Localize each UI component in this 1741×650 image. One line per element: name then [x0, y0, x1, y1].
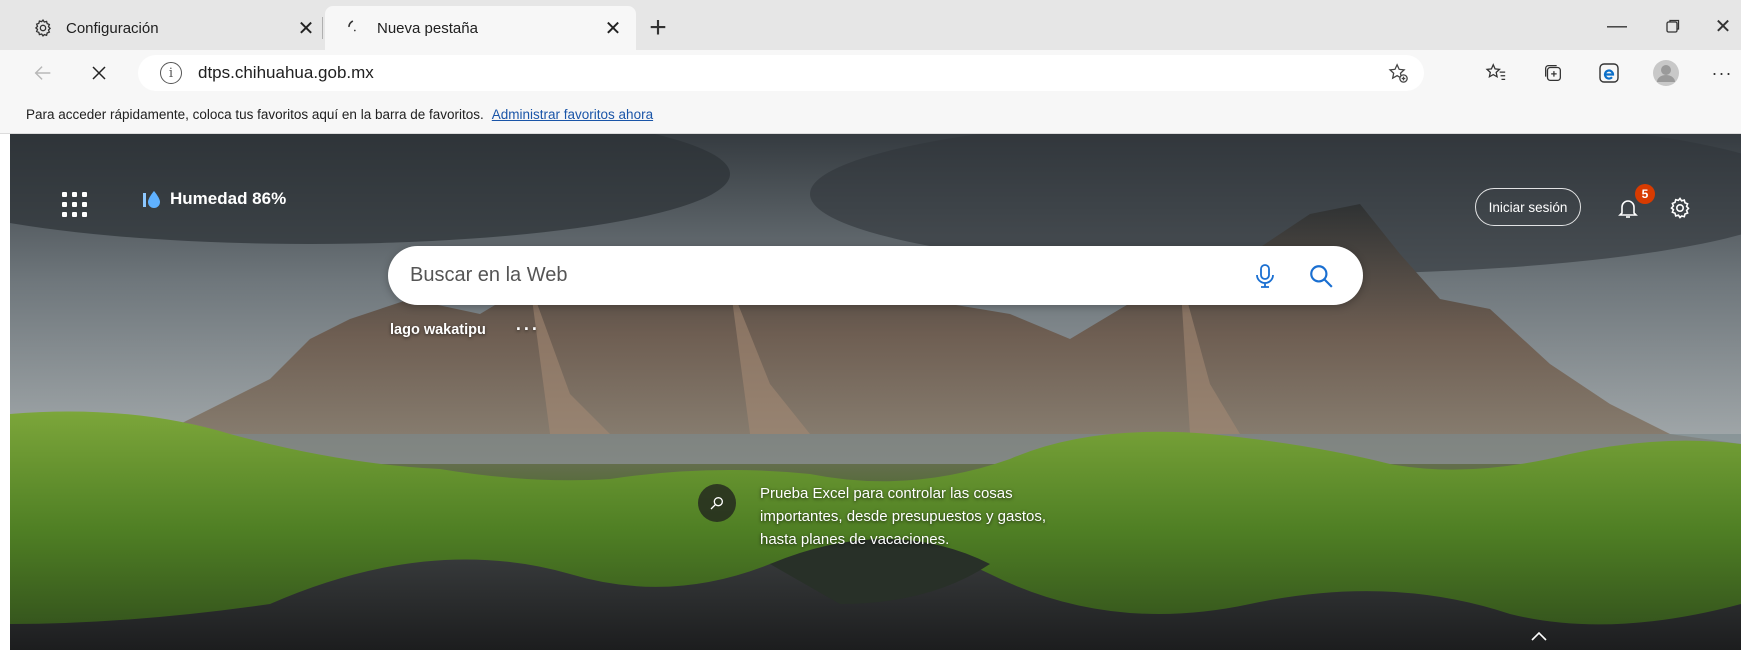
apps-launcher-icon[interactable] — [62, 192, 88, 218]
internet-explorer-mode-icon[interactable] — [1590, 54, 1628, 92]
image-more-options-icon[interactable]: ··· — [516, 319, 540, 340]
info-icon[interactable]: i — [160, 62, 182, 84]
favorites-bar-message: Para acceder rápidamente, coloca tus fav… — [26, 107, 484, 122]
promo-text: Prueba Excel para controlar las cosas im… — [760, 485, 1046, 548]
humidity-drop-icon — [143, 191, 160, 208]
search-pin-icon[interactable] — [698, 484, 736, 522]
tab-divider — [322, 17, 323, 39]
back-button[interactable] — [24, 54, 62, 92]
manage-favorites-link[interactable]: Administrar favoritos ahora — [492, 107, 653, 122]
microphone-icon[interactable] — [1243, 254, 1287, 298]
close-tab-icon[interactable]: ✕ — [598, 13, 628, 43]
favorites-bar: Para acceder rápidamente, coloca tus fav… — [0, 96, 1741, 134]
add-favorite-icon[interactable] — [1380, 55, 1416, 91]
gear-icon — [30, 15, 56, 41]
tab-strip: Configuración ✕ Nueva pestaña ✕ + — ✕ — [0, 0, 1741, 50]
image-caption-text: lago wakatipu — [390, 321, 486, 338]
minimize-icon[interactable]: — — [1592, 8, 1642, 44]
notifications-badge: 5 — [1635, 184, 1655, 204]
address-bar[interactable]: i dtps.chihuahua.gob.mx — [138, 55, 1424, 91]
collections-icon[interactable] — [1534, 54, 1572, 92]
search-input[interactable] — [410, 264, 1243, 287]
tab-nueva-pestana[interactable]: Nueva pestaña ✕ — [325, 6, 636, 50]
web-search-box — [388, 246, 1363, 305]
weather-widget[interactable]: Humedad 86% — [142, 189, 286, 209]
tab-label: Configuración — [66, 19, 159, 37]
profile-avatar-icon[interactable] — [1647, 54, 1685, 92]
close-tab-icon[interactable]: ✕ — [291, 13, 321, 43]
promo-card[interactable]: Prueba Excel para controlar las cosas im… — [698, 482, 1060, 551]
chevron-up-icon[interactable] — [1524, 626, 1554, 646]
loading-spinner-icon — [341, 15, 367, 41]
signin-button[interactable]: Iniciar sesión — [1475, 188, 1581, 226]
more-options-icon[interactable]: ··· — [1703, 54, 1741, 92]
tab-configuracion[interactable]: Configuración ✕ — [14, 6, 329, 50]
stop-loading-button[interactable] — [80, 54, 118, 92]
favorites-icon[interactable] — [1477, 54, 1515, 92]
new-tab-button[interactable]: + — [640, 10, 676, 46]
restore-icon[interactable] — [1648, 8, 1698, 44]
toolbar: i dtps.chihuahua.gob.mx ··· — [0, 50, 1741, 96]
address-url: dtps.chihuahua.gob.mx — [198, 63, 374, 82]
search-icon[interactable] — [1299, 254, 1343, 298]
new-tab-page: Humedad 86% Iniciar sesión 5 lago wakati… — [10, 134, 1741, 650]
tab-label: Nueva pestaña — [377, 19, 478, 37]
weather-text: Humedad 86% — [170, 189, 287, 208]
close-window-icon[interactable]: ✕ — [1698, 8, 1741, 44]
image-caption[interactable]: lago wakatipu ··· — [390, 319, 540, 340]
page-settings-gear-icon[interactable] — [1662, 190, 1698, 226]
